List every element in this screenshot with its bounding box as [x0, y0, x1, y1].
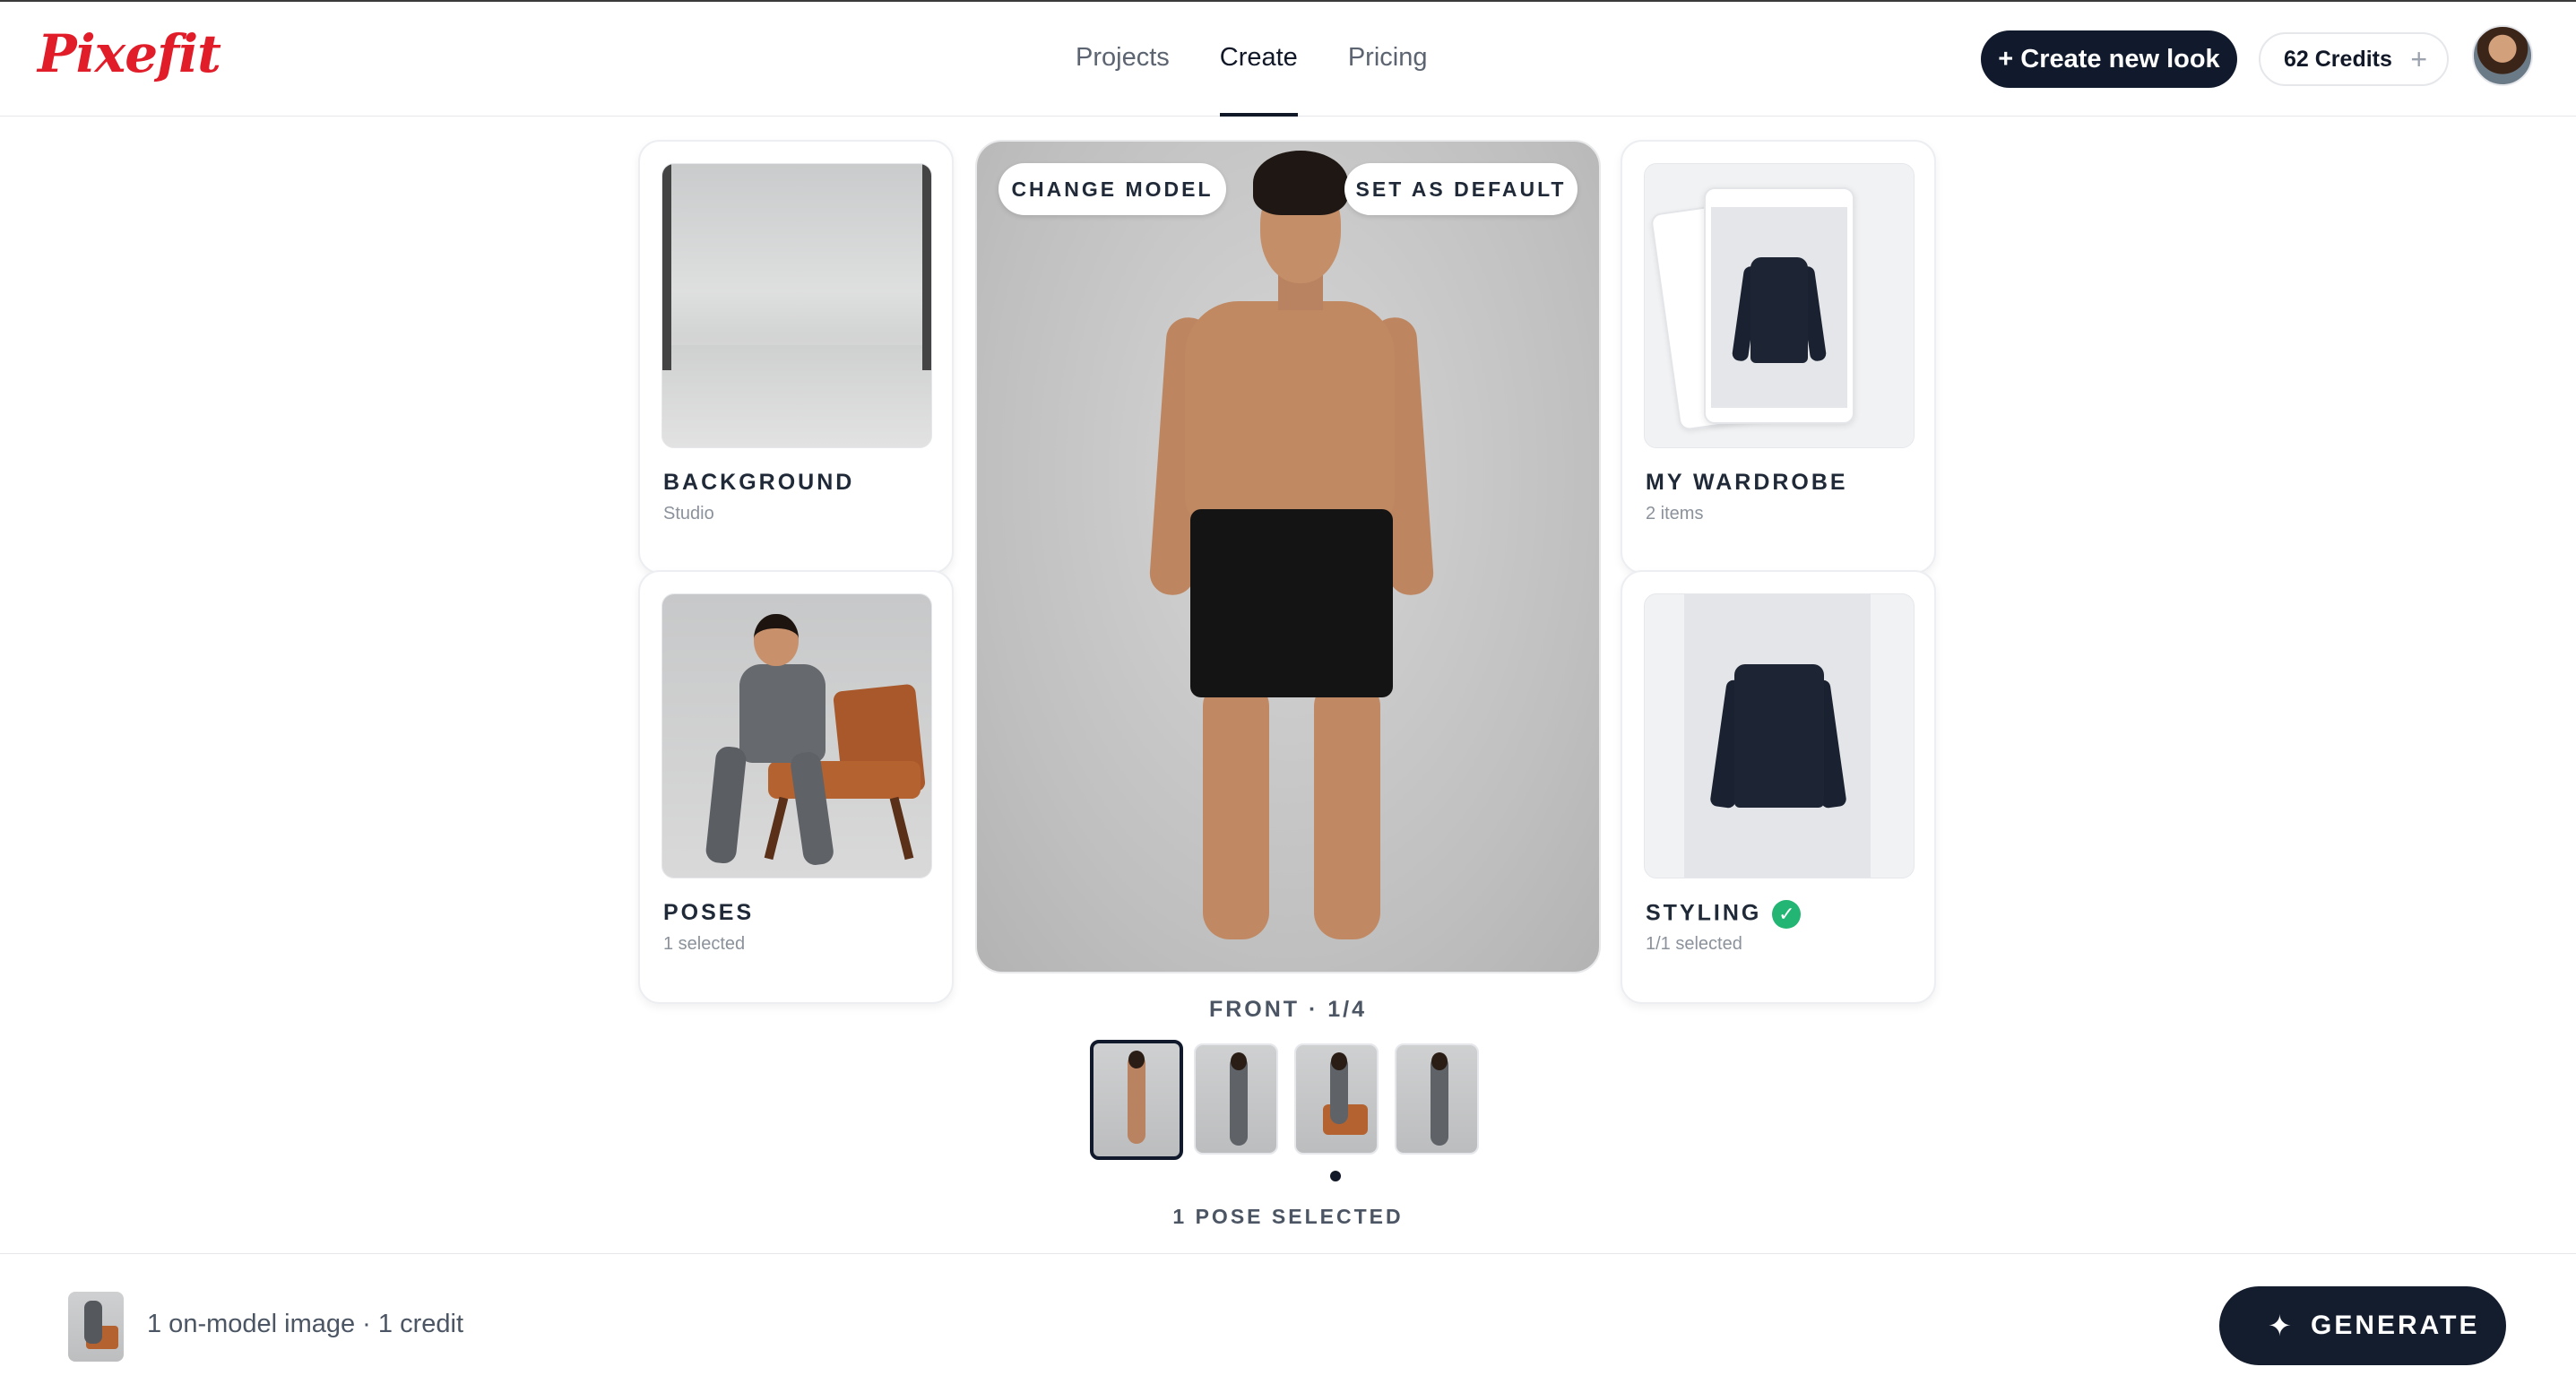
- wardrobe-subtitle: 2 items: [1646, 504, 1704, 523]
- main-nav: Projects Create Pricing: [1076, 2, 1477, 117]
- background-thumbnail: [661, 163, 932, 448]
- styling-title: STYLING ✓: [1646, 900, 1802, 929]
- pose-thumbnail-side[interactable]: [1194, 1043, 1278, 1155]
- bottom-bar: 1 on-model image · 1 credit ✦ GENERATE: [0, 1253, 2576, 1393]
- avatar[interactable]: [2472, 25, 2533, 86]
- background-title: BACKGROUND: [663, 470, 855, 495]
- credits-button[interactable]: 62 Credits +: [2259, 32, 2449, 86]
- plus-icon: +: [2410, 43, 2427, 75]
- wardrobe-card[interactable]: MY WARDROBE 2 items: [1621, 140, 1936, 574]
- view-label: FRONT · 1/4: [1208, 997, 1368, 1022]
- background-subtitle: Studio: [663, 504, 714, 523]
- styling-subtitle: 1/1 selected: [1646, 934, 1742, 954]
- logo[interactable]: Pixefit: [38, 23, 221, 84]
- model-preview: CHANGE MODEL SET AS DEFAULT: [975, 140, 1601, 973]
- styling-title-text: STYLING: [1646, 900, 1762, 926]
- styling-card[interactable]: STYLING ✓ 1/1 selected: [1621, 570, 1936, 1004]
- nav-projects[interactable]: Projects: [1076, 2, 1170, 117]
- generation-summary: 1 on-model image · 1 credit: [147, 1310, 463, 1338]
- poses-card[interactable]: POSES 1 selected: [638, 570, 954, 1004]
- generate-button[interactable]: ✦ GENERATE: [2219, 1286, 2506, 1365]
- styling-thumbnail: [1644, 593, 1915, 878]
- poses-selected-count: 1 POSE SELECTED: [1172, 1205, 1404, 1228]
- wardrobe-thumbnail: [1644, 163, 1915, 448]
- nav-create[interactable]: Create: [1219, 2, 1298, 117]
- selected-pose-indicator: [1330, 1171, 1341, 1181]
- top-header: Pixefit Projects Create Pricing + Create…: [0, 2, 2576, 117]
- check-icon: ✓: [1772, 900, 1802, 929]
- background-card[interactable]: BACKGROUND Studio: [638, 140, 954, 574]
- pose-thumbnail-front[interactable]: [1090, 1040, 1183, 1160]
- poses-thumbnail: [661, 593, 932, 878]
- pose-thumbnail-walking[interactable]: [1395, 1043, 1479, 1155]
- set-as-default-button[interactable]: SET AS DEFAULT: [1344, 163, 1578, 215]
- sparkle-icon: ✦: [2268, 1310, 2292, 1342]
- credits-label: 62 Credits: [2284, 47, 2392, 72]
- selected-pose-preview: [68, 1292, 124, 1362]
- poses-subtitle: 1 selected: [663, 934, 746, 954]
- create-new-look-button[interactable]: + Create new look: [1981, 30, 2237, 88]
- poses-title: POSES: [663, 900, 755, 925]
- nav-pricing[interactable]: Pricing: [1348, 2, 1428, 117]
- change-model-button[interactable]: CHANGE MODEL: [998, 163, 1226, 215]
- pose-thumbnail-seated[interactable]: [1294, 1043, 1379, 1155]
- wardrobe-title: MY WARDROBE: [1646, 470, 1848, 495]
- generate-label: GENERATE: [2311, 1311, 2480, 1340]
